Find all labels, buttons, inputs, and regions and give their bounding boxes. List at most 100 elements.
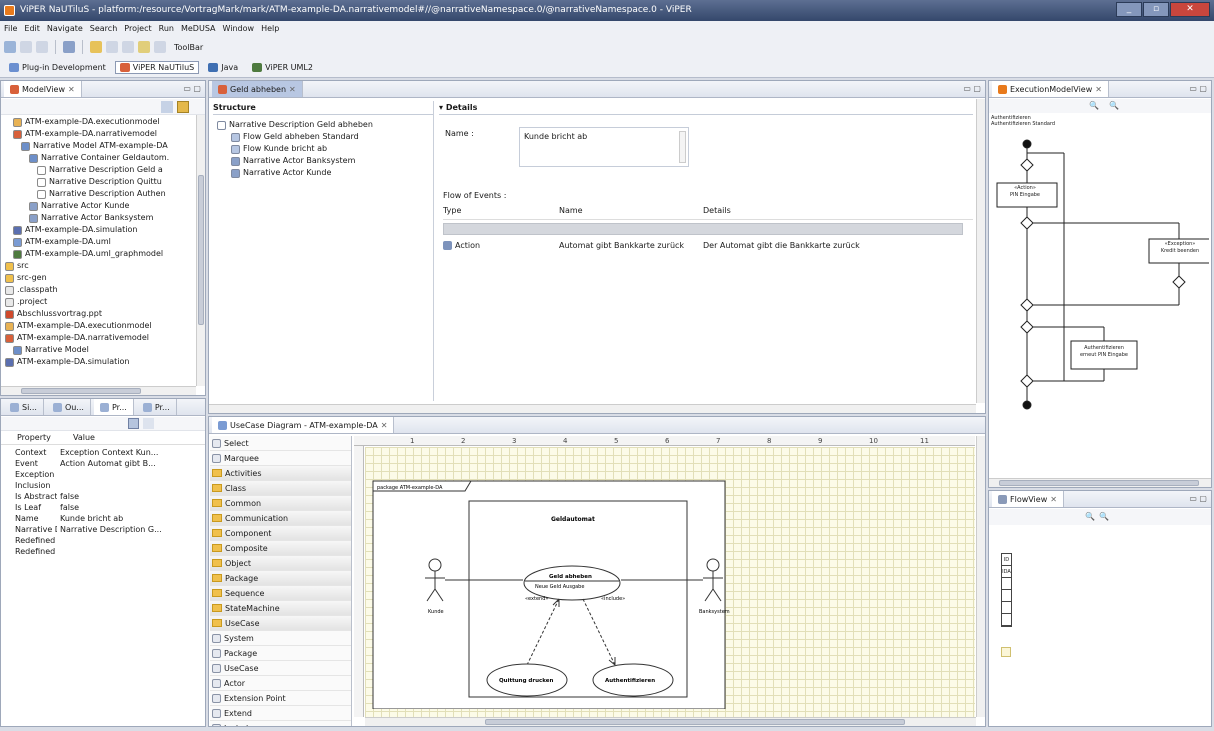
end-node[interactable] xyxy=(1022,400,1032,410)
flow-row[interactable]: IDA xyxy=(1002,566,1011,578)
tree-item[interactable]: Narrative Model xyxy=(5,344,193,356)
structure-item[interactable]: Flow Kunde bricht ab xyxy=(213,143,433,155)
value-column-header[interactable]: Value xyxy=(73,433,205,444)
perspective-2[interactable]: Java xyxy=(203,61,243,74)
decision-node-4[interactable] xyxy=(1020,320,1034,334)
tree-item[interactable]: ATM-example-DA.executionmodel xyxy=(5,116,193,128)
property-row[interactable]: Context Exception Context Kun... xyxy=(1,447,205,458)
palette-usecase[interactable]: UseCase xyxy=(210,661,351,676)
menu-help[interactable]: Help xyxy=(261,24,279,33)
zoom-out-icon[interactable]: 🔍 xyxy=(1099,512,1109,521)
tree-item[interactable]: Narrative Model ATM-example-DA xyxy=(5,140,193,152)
menu-project[interactable]: Project xyxy=(124,24,151,33)
menu-run[interactable]: Run xyxy=(159,24,174,33)
decision-node-3[interactable] xyxy=(1172,275,1186,289)
tree-item[interactable]: Abschlussvortrag.ppt xyxy=(5,308,193,320)
property-row[interactable]: Exception xyxy=(1,469,205,480)
wand-icon[interactable] xyxy=(90,41,102,53)
tab-modelview[interactable]: ModelView ✕ xyxy=(4,81,82,97)
back-icon[interactable] xyxy=(106,41,118,53)
details-column[interactable]: Details xyxy=(703,206,973,219)
palette-communication[interactable]: Communication xyxy=(210,511,351,526)
zoom-out-icon[interactable]: 🔍 xyxy=(1109,101,1119,110)
menu-search[interactable]: Search xyxy=(90,24,117,33)
palette-statemachine[interactable]: StateMachine xyxy=(210,601,351,616)
tree-item[interactable]: ATM-example-DA.uml xyxy=(5,236,193,248)
menu-edit[interactable]: Edit xyxy=(24,24,40,33)
flow-table[interactable]: ID IDA xyxy=(1001,553,1012,627)
palette-activities[interactable]: Activities xyxy=(210,466,351,481)
property-row[interactable]: Redefined Flow xyxy=(1,546,205,557)
structure-item[interactable]: Flow Geld abheben Standard xyxy=(213,131,433,143)
save-icon[interactable] xyxy=(20,41,32,53)
palette-object[interactable]: Object xyxy=(210,556,351,571)
modelview-hscroll[interactable] xyxy=(1,386,196,395)
property-row[interactable]: Is Abstract false xyxy=(1,491,205,502)
usecase-geld-abheben[interactable] xyxy=(523,565,621,601)
tree-item[interactable]: ATM-example-DA.narrativemodel xyxy=(5,128,193,140)
minmax-icons[interactable]: ▭ ▢ xyxy=(963,84,981,93)
diagram-canvas[interactable]: package ATM-example-DA Geldautomat Kunde… xyxy=(365,447,975,717)
editor-hscroll[interactable] xyxy=(209,404,976,413)
property-row[interactable]: Narrative DescrNarrative Description G..… xyxy=(1,524,205,535)
save-all-icon[interactable] xyxy=(36,41,48,53)
palette-system[interactable]: System xyxy=(210,631,351,646)
palette-component[interactable]: Component xyxy=(210,526,351,541)
menu-window[interactable]: Window xyxy=(223,24,255,33)
nav-icon[interactable] xyxy=(154,41,166,53)
close-tab-icon[interactable]: ✕ xyxy=(1095,85,1102,94)
diagram-vscroll[interactable] xyxy=(976,436,985,717)
tab-props-1[interactable]: Ou... xyxy=(47,399,91,415)
editor-vscroll[interactable] xyxy=(976,99,985,403)
modelview-vscroll[interactable] xyxy=(196,115,205,386)
flow-row[interactable]: ID xyxy=(1002,554,1011,566)
forward-icon[interactable] xyxy=(122,41,134,53)
palette-composite[interactable]: Composite xyxy=(210,541,351,556)
flow-row[interactable] xyxy=(1002,590,1011,602)
menu-medusa[interactable]: MeDUSA xyxy=(181,24,216,33)
name-field[interactable]: Kunde bricht ab xyxy=(519,127,689,167)
palette-extension-point[interactable]: Extension Point xyxy=(210,691,351,706)
type-column[interactable]: Type xyxy=(443,206,559,219)
tree-item[interactable]: Narrative Description Quittu xyxy=(5,176,193,188)
flow-row[interactable] xyxy=(1002,614,1011,626)
tree-item[interactable]: .project xyxy=(5,296,193,308)
close-tab-icon[interactable]: ✕ xyxy=(381,421,388,430)
tab-executionmodelview[interactable]: ExecutionModelView ✕ xyxy=(992,81,1109,97)
minmax-icons[interactable]: ▭ ▢ xyxy=(1189,84,1207,93)
minmax-icons[interactable]: ▭ ▢ xyxy=(1189,494,1207,503)
minimize-button[interactable]: _ xyxy=(1116,2,1142,17)
run-icon[interactable] xyxy=(138,41,150,53)
decision-node[interactable] xyxy=(1020,158,1034,172)
perspective-0[interactable]: Plug-in Development xyxy=(4,61,111,74)
palette-extend[interactable]: Extend xyxy=(210,706,351,721)
decision-node-2[interactable] xyxy=(1020,216,1034,230)
property-column-header[interactable]: Property xyxy=(1,433,73,444)
tab-props-3[interactable]: Pr... xyxy=(137,399,177,415)
property-row[interactable]: Name Kunde bricht ab xyxy=(1,513,205,524)
palette-common[interactable]: Common xyxy=(210,496,351,511)
tree-item[interactable]: ATM-example-DA.narrativemodel xyxy=(5,332,193,344)
menu-navigate[interactable]: Navigate xyxy=(47,24,83,33)
tree-item[interactable]: ATM-example-DA.simulation xyxy=(5,356,193,368)
tab-usecase-diagram[interactable]: UseCase Diagram - ATM-example-DA ✕ xyxy=(212,417,395,433)
merge-node[interactable] xyxy=(1020,298,1034,312)
palette-include[interactable]: Include xyxy=(210,721,351,726)
perspective-3[interactable]: ViPER UML2 xyxy=(247,61,318,74)
categories-icon[interactable] xyxy=(128,418,139,429)
tab-props-2[interactable]: Pr... xyxy=(93,399,134,415)
tree-item[interactable]: src-gen xyxy=(5,272,193,284)
structure-item[interactable]: Narrative Description Geld abheben xyxy=(213,119,433,131)
close-button[interactable]: ✕ xyxy=(1170,2,1210,17)
palette-package[interactable]: Package xyxy=(210,571,351,586)
property-row[interactable]: Event Action Automat gibt B... xyxy=(1,458,205,469)
advanced-icon[interactable] xyxy=(143,418,154,429)
tree-item[interactable]: ATM-example-DA.uml_graphmodel xyxy=(5,248,193,260)
palette-sequence[interactable]: Sequence xyxy=(210,586,351,601)
tree-item[interactable]: ATM-example-DA.simulation xyxy=(5,224,193,236)
palette-actor[interactable]: Actor xyxy=(210,676,351,691)
property-row[interactable]: Inclusion xyxy=(1,480,205,491)
property-row[interactable]: Is Leaf false xyxy=(1,502,205,513)
palette-class[interactable]: Class xyxy=(210,481,351,496)
property-row[interactable]: Redefined Elem xyxy=(1,535,205,546)
